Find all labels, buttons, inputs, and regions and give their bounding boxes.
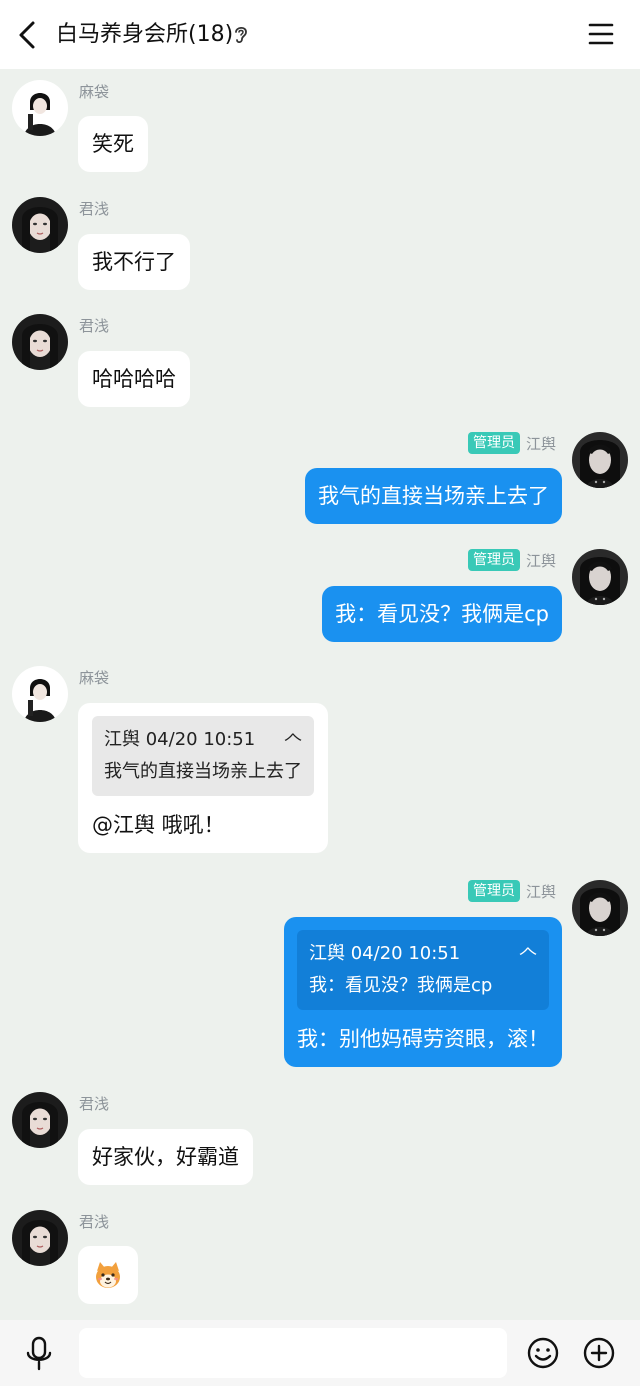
admin-badge: 管理员 — [467, 549, 520, 571]
group-title[interactable]: 白马养身会所(18) — [56, 19, 233, 51]
plus-circle-icon[interactable] — [583, 1337, 615, 1369]
message-bubble[interactable]: 我气的直接当场亲上去了 — [305, 468, 562, 524]
chat-header: 白马养身会所(18) — [0, 0, 640, 69]
sender-name: 君浅 — [79, 1095, 110, 1113]
message-bubble[interactable]: 江舆 04/20 10:51 𠆢 我气的直接当场亲上去了 @江舆 哦吼！ — [78, 703, 328, 853]
message-bubble[interactable]: 好家伙，好霸道 — [78, 1129, 253, 1185]
quoted-message[interactable]: 江舆 04/20 10:51 𠆢 我气的直接当场亲上去了 — [92, 716, 314, 796]
message-bubble[interactable]: 我：看见没？我俩是cp — [322, 586, 562, 642]
sender-row: 管理员 江舆 — [467, 549, 556, 571]
sender-name: 江舆 — [525, 882, 556, 901]
chat-message-list[interactable]: 麻袋 笑死 君浅 我不行了 君浅 哈哈哈哈 管理员 江舆 我气的直接当场亲上去了… — [0, 69, 640, 1320]
quoted-header: 江舆 04/20 10:51 — [309, 943, 461, 964]
sender-name: 江舆 — [525, 434, 556, 453]
avatar-junqian[interactable] — [12, 314, 68, 370]
message-bubble[interactable]: 江舆 04/20 10:51 𠆢 我：看见没？我俩是cp 我：别他妈碍劳资眼，滚… — [284, 917, 562, 1067]
quoted-text: 我气的直接当场亲上去了 — [104, 761, 302, 782]
sender-name: 君浅 — [79, 317, 110, 335]
message-bubble[interactable]: 哈哈哈哈 — [78, 351, 190, 407]
pin-icon: 𠆢 — [284, 729, 302, 750]
sender-row: 管理员 江舆 — [467, 880, 556, 902]
message-bubble[interactable]: 我不行了 — [78, 234, 190, 290]
shiba-dog-emoji-icon — [96, 1262, 120, 1288]
message-text: 我不行了 — [92, 250, 176, 274]
back-chevron-icon[interactable] — [14, 19, 40, 51]
sender-name: 麻袋 — [79, 83, 110, 101]
sender-name: 江舆 — [525, 551, 556, 570]
avatar-madai[interactable] — [12, 666, 68, 722]
ear-icon — [235, 26, 247, 44]
input-bar — [0, 1320, 640, 1386]
smiley-icon[interactable] — [527, 1337, 559, 1369]
avatar-jiangyu[interactable] — [572, 432, 628, 488]
pin-icon: 𠆢 — [519, 943, 537, 964]
message-input[interactable] — [79, 1328, 507, 1378]
message-text: @江舆 哦吼！ — [92, 813, 225, 837]
microphone-icon[interactable] — [24, 1336, 54, 1372]
message-bubble[interactable]: 笑死 — [78, 116, 148, 172]
admin-badge: 管理员 — [467, 880, 520, 902]
avatar-jiangyu[interactable] — [572, 549, 628, 605]
avatar-madai[interactable] — [12, 80, 68, 136]
message-text: 笑死 — [92, 132, 134, 156]
message-text: 好家伙，好霸道 — [92, 1145, 239, 1169]
avatar-jiangyu[interactable] — [572, 880, 628, 936]
avatar-junqian[interactable] — [12, 197, 68, 253]
sender-name: 君浅 — [79, 1213, 110, 1231]
avatar-junqian[interactable] — [12, 1210, 68, 1266]
admin-badge: 管理员 — [467, 432, 520, 454]
quoted-message[interactable]: 江舆 04/20 10:51 𠆢 我：看见没？我俩是cp — [297, 930, 549, 1010]
quoted-header: 江舆 04/20 10:51 — [104, 729, 256, 750]
message-text: 哈哈哈哈 — [92, 367, 176, 391]
message-text: 我：别他妈碍劳资眼，滚！ — [297, 1027, 549, 1051]
quoted-text: 我：看见没？我俩是cp — [309, 975, 493, 996]
message-text: 我气的直接当场亲上去了 — [318, 484, 549, 508]
sender-name: 君浅 — [79, 200, 110, 218]
sender-row: 管理员 江舆 — [467, 432, 556, 454]
message-text: 我：看见没？我俩是cp — [335, 602, 549, 626]
avatar-junqian[interactable] — [12, 1092, 68, 1148]
sender-name: 麻袋 — [79, 669, 110, 687]
hamburger-menu-icon[interactable] — [586, 20, 616, 48]
message-bubble[interactable] — [78, 1246, 138, 1304]
